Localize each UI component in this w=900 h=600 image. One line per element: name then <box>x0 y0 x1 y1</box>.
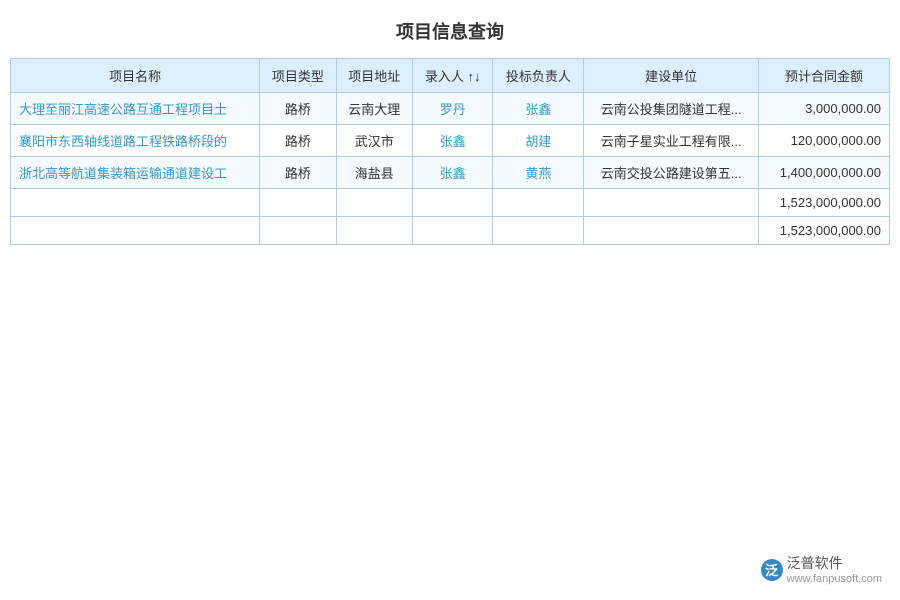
summary-empty-cell <box>413 189 493 217</box>
summary-empty-cell <box>260 189 336 217</box>
col-header-type: 项目类型 <box>260 59 336 93</box>
summary-amount: 1,523,000,000.00 <box>759 189 890 217</box>
project-table: 项目名称 项目类型 项目地址 录入人 ↑↓ 投标负责人 建设单位 预计合同金额 … <box>10 58 890 245</box>
cell-name[interactable]: 大理至丽江高速公路互通工程项目土 <box>11 93 260 125</box>
cell-bidmanager[interactable]: 胡建 <box>493 125 584 157</box>
col-header-recorder[interactable]: 录入人 ↑↓ <box>413 59 493 93</box>
total-empty-cell <box>493 217 584 245</box>
watermark-logo-icon: 泛 <box>761 559 783 581</box>
col-header-bidmanager: 投标负责人 <box>493 59 584 93</box>
table-row: 大理至丽江高速公路互通工程项目土路桥云南大理罗丹张鑫云南公投集团隧道工程...3… <box>11 93 890 125</box>
cell-recorder[interactable]: 张鑫 <box>413 125 493 157</box>
total-row: 1,523,000,000.00 <box>11 217 890 245</box>
summary-empty-cell <box>584 189 759 217</box>
cell-name[interactable]: 浙北高等航道集装箱运输通道建设工 <box>11 157 260 189</box>
cell-address: 云南大理 <box>336 93 412 125</box>
total-empty-cell <box>260 217 336 245</box>
col-header-builder: 建设单位 <box>584 59 759 93</box>
cell-builder: 云南子星实业工程有限... <box>584 125 759 157</box>
total-empty-cell <box>413 217 493 245</box>
cell-address: 武汉市 <box>336 125 412 157</box>
summary-empty-cell <box>11 189 260 217</box>
total-amount: 1,523,000,000.00 <box>759 217 890 245</box>
cell-amount: 1,400,000,000.00 <box>759 157 890 189</box>
summary-row: 1,523,000,000.00 <box>11 189 890 217</box>
cell-amount: 120,000,000.00 <box>759 125 890 157</box>
table-row: 浙北高等航道集装箱运输通道建设工路桥海盐县张鑫黄燕云南交投公路建设第五...1,… <box>11 157 890 189</box>
table-wrapper: 项目名称 项目类型 项目地址 录入人 ↑↓ 投标负责人 建设单位 预计合同金额 … <box>0 58 900 245</box>
col-header-amount: 预计合同金额 <box>759 59 890 93</box>
cell-recorder[interactable]: 张鑫 <box>413 157 493 189</box>
total-empty-cell <box>336 217 412 245</box>
cell-address: 海盐县 <box>336 157 412 189</box>
cell-type: 路桥 <box>260 93 336 125</box>
cell-builder: 云南交投公路建设第五... <box>584 157 759 189</box>
page-container: 项目信息查询 项目名称 项目类型 项目地址 录入人 ↑↓ 投标负责人 建设单位 … <box>0 0 900 600</box>
total-empty-cell <box>11 217 260 245</box>
watermark-main-text: 泛普软件 <box>787 554 882 572</box>
summary-empty-cell <box>493 189 584 217</box>
page-title: 项目信息查询 <box>0 0 900 58</box>
summary-empty-cell <box>336 189 412 217</box>
cell-type: 路桥 <box>260 157 336 189</box>
col-header-name: 项目名称 <box>11 59 260 93</box>
cell-bidmanager[interactable]: 张鑫 <box>493 93 584 125</box>
cell-type: 路桥 <box>260 125 336 157</box>
cell-bidmanager[interactable]: 黄燕 <box>493 157 584 189</box>
table-row: 襄阳市东西轴线道路工程铁路桥段的路桥武汉市张鑫胡建云南子星实业工程有限...12… <box>11 125 890 157</box>
watermark-text-block: 泛普软件 www.fanpusoft.com <box>787 554 882 586</box>
watermark-sub-text: www.fanpusoft.com <box>787 572 882 586</box>
total-empty-cell <box>584 217 759 245</box>
watermark-logo-char: 泛 <box>765 560 778 579</box>
table-header-row: 项目名称 项目类型 项目地址 录入人 ↑↓ 投标负责人 建设单位 预计合同金额 <box>11 59 890 93</box>
cell-builder: 云南公投集团隧道工程... <box>584 93 759 125</box>
watermark: 泛 泛普软件 www.fanpusoft.com <box>761 554 882 586</box>
cell-recorder[interactable]: 罗丹 <box>413 93 493 125</box>
cell-name[interactable]: 襄阳市东西轴线道路工程铁路桥段的 <box>11 125 260 157</box>
col-header-address: 项目地址 <box>336 59 412 93</box>
cell-amount: 3,000,000.00 <box>759 93 890 125</box>
